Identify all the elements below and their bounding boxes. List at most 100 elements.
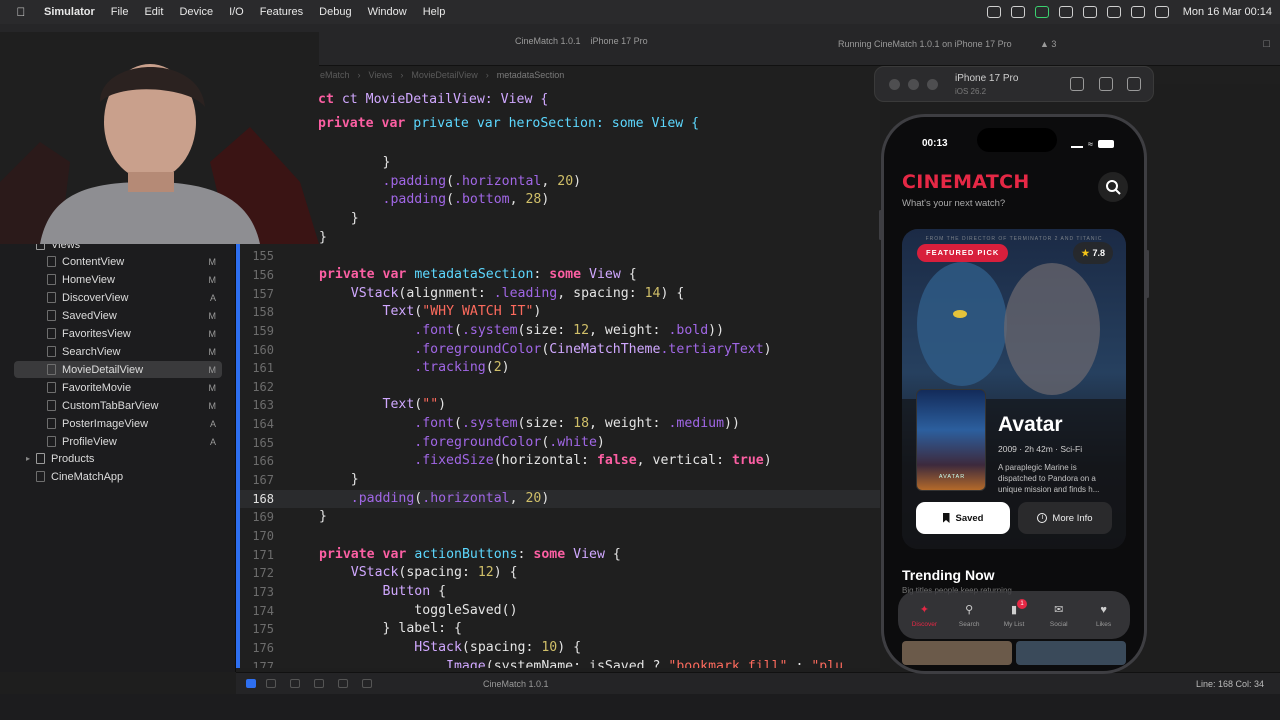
step-in-icon[interactable]: [338, 679, 348, 688]
pen-icon[interactable]: [1058, 6, 1073, 18]
menu-window[interactable]: Window: [360, 6, 415, 18]
scheme-name[interactable]: CineMatch 1.0.1: [515, 36, 581, 46]
code-line[interactable]: 174 toggleSaved(): [236, 602, 880, 621]
bookmark-icon: [942, 513, 950, 523]
nav-file[interactable]: CineMatchApp: [14, 468, 222, 485]
jump-crumb[interactable]: eMatch: [320, 70, 350, 80]
code-line[interactable]: 173 Button {: [236, 583, 880, 602]
nav-file[interactable]: FavoritesView M: [14, 325, 222, 342]
chevron-right-icon[interactable]: ▸: [26, 454, 30, 463]
run-destination[interactable]: iPhone 17 Pro: [591, 36, 648, 46]
code-line[interactable]: 158 Text("WHY WATCH IT"): [236, 303, 880, 322]
nav-file[interactable]: SavedView M: [14, 307, 222, 324]
nav-file[interactable]: HomeView M: [14, 271, 222, 288]
code-line[interactable]: 160 .foregroundColor(CineMatchTheme.tert…: [236, 341, 880, 360]
wifi-icon[interactable]: [1130, 6, 1145, 18]
code-line[interactable]: 163 Text(""): [236, 396, 880, 415]
menu-edit[interactable]: Edit: [136, 6, 171, 18]
nav-group-products[interactable]: ▸ Products: [14, 450, 222, 467]
code-line[interactable]: 176 HStack(spacing: 10) {: [236, 639, 880, 658]
code-line[interactable]: }: [236, 154, 880, 173]
jump-crumb[interactable]: Views: [369, 70, 393, 80]
nav-file[interactable]: PosterImageView A: [14, 415, 222, 432]
line-number: 163: [252, 398, 274, 413]
code-line[interactable]: 177 Image(systemName: isSaved ? "bookmar…: [236, 658, 880, 668]
scheme-selector[interactable]: CineMatch 1.0.1 iPhone 17 Pro: [515, 36, 648, 46]
screen-icon[interactable]: [986, 6, 1001, 18]
home-icon[interactable]: [1070, 77, 1084, 91]
play-icon[interactable]: [1106, 6, 1121, 18]
menu-file[interactable]: File: [103, 6, 137, 18]
step-over-icon[interactable]: [314, 679, 324, 688]
code-line[interactable]: 156 private var metadataSection: some Vie…: [236, 266, 880, 285]
saved-button[interactable]: Saved: [916, 502, 1010, 534]
onenote-icon[interactable]: [1082, 6, 1097, 18]
trending-thumbnail[interactable]: [1016, 641, 1126, 665]
warning-count[interactable]: ▲ 3: [1040, 39, 1056, 49]
more-info-button[interactable]: i More Info: [1018, 502, 1112, 534]
tab-my-list[interactable]: ▮ 1 My List: [993, 598, 1035, 628]
apple-icon[interactable]: : [14, 5, 28, 19]
menu-app-name[interactable]: Simulator: [36, 6, 103, 18]
jump-crumb[interactable]: MovieDetailView: [411, 70, 477, 80]
code-line[interactable]: 155: [236, 247, 880, 266]
code-line[interactable]: 168 .padding(.horizontal, 20): [236, 489, 880, 509]
code-line[interactable]: }: [236, 210, 880, 229]
sidebar-toggle-icon[interactable]: □: [1263, 38, 1270, 50]
zoom-icon[interactable]: [927, 79, 938, 90]
nav-file[interactable]: CustomTabBarView M: [14, 397, 222, 414]
search-button[interactable]: [1098, 172, 1128, 202]
tab-discover[interactable]: ✦ Discover: [903, 603, 945, 628]
nav-file[interactable]: FavoriteMovie M: [14, 379, 222, 396]
code-line[interactable]: 166 .fixedSize(horizontal: false, vertic…: [236, 452, 880, 471]
code-line[interactable]: 162: [236, 378, 880, 397]
trending-thumbnail[interactable]: [902, 641, 1012, 665]
code-line[interactable]: 164 .font(.system(size: 18, weight: .med…: [236, 415, 880, 434]
debug-toggle-icon[interactable]: [246, 679, 256, 688]
nav-file[interactable]: ProfileView A: [14, 433, 222, 450]
rotate-icon[interactable]: [1127, 77, 1141, 91]
menu-device[interactable]: Device: [171, 6, 221, 18]
nav-file-name: PosterImageView: [62, 417, 149, 430]
code-line[interactable]: 157 VStack(alignment: .leading, spacing:…: [236, 285, 880, 304]
display-icon[interactable]: [1010, 6, 1025, 18]
featured-card[interactable]: FROM THE DIRECTOR OF TERMINATOR 2 AND TI…: [902, 229, 1126, 549]
menu-help[interactable]: Help: [415, 6, 454, 18]
line-number: 176: [252, 640, 274, 655]
minimize-icon[interactable]: [908, 79, 919, 90]
tab-social[interactable]: ✉ Social: [1038, 603, 1080, 628]
menu-features[interactable]: Features: [252, 6, 311, 18]
nav-file[interactable]: SearchView M: [14, 343, 222, 360]
menu-debug[interactable]: Debug: [311, 6, 359, 18]
nav-file-selected[interactable]: MovieDetailView M: [14, 361, 222, 378]
code-line[interactable]: .padding(.horizontal, 20): [236, 173, 880, 192]
code-line[interactable]: 161 .tracking(2): [236, 359, 880, 378]
code-line[interactable]: 170: [236, 527, 880, 546]
tab-likes[interactable]: ♥ Likes: [1083, 603, 1125, 628]
close-icon[interactable]: [889, 79, 900, 90]
continue-icon[interactable]: [290, 679, 300, 688]
code-line[interactable]: 171 private var actionButtons: some View …: [236, 546, 880, 565]
line-code: }: [319, 155, 391, 170]
facetime-icon[interactable]: [1034, 6, 1049, 18]
code-line[interactable]: 175 } label: {: [236, 620, 880, 639]
screenshot-icon[interactable]: [1099, 77, 1113, 91]
step-out-icon[interactable]: [362, 679, 372, 688]
tab-search[interactable]: ⚲ Search: [948, 603, 990, 628]
nav-file[interactable]: DiscoverView A: [14, 289, 222, 306]
source-editor[interactable]: ct ct MovieDetailView: View { private va…: [236, 84, 880, 668]
menu-clock[interactable]: Mon 16 Mar 00:14: [1183, 6, 1272, 18]
code-line[interactable]: 172 VStack(spacing: 12) {: [236, 564, 880, 583]
nav-file[interactable]: ContentView M: [14, 253, 222, 270]
menu-io[interactable]: I/O: [221, 6, 252, 18]
code-line[interactable]: 159 .font(.system(size: 12, weight: .bol…: [236, 322, 880, 341]
jump-crumb[interactable]: metadataSection: [497, 70, 565, 80]
code-line[interactable]: .padding(.bottom, 28): [236, 191, 880, 210]
code-line[interactable]: }: [236, 229, 880, 248]
code-line[interactable]: 167 }: [236, 471, 880, 490]
line-number: 177: [252, 659, 274, 668]
pause-icon[interactable]: [266, 679, 276, 688]
code-line[interactable]: 165 .foregroundColor(.white): [236, 434, 880, 453]
code-line[interactable]: 169}: [236, 508, 880, 527]
control-center-icon[interactable]: [1154, 6, 1169, 18]
